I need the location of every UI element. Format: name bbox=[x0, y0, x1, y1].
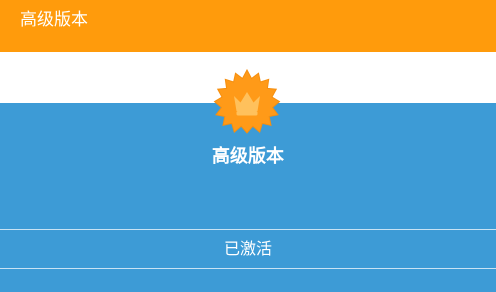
premium-version-screen: 高级版本 高级版本 已激活 bbox=[0, 0, 496, 292]
activation-status-label: 已激活 bbox=[223, 239, 272, 258]
activation-status-row: 已激活 bbox=[0, 229, 496, 269]
top-header: 高级版本 bbox=[0, 0, 496, 52]
header-title: 高级版本 bbox=[20, 10, 88, 30]
premium-version-title: 高级版本 bbox=[212, 146, 284, 167]
crown-badge-icon bbox=[212, 68, 282, 138]
